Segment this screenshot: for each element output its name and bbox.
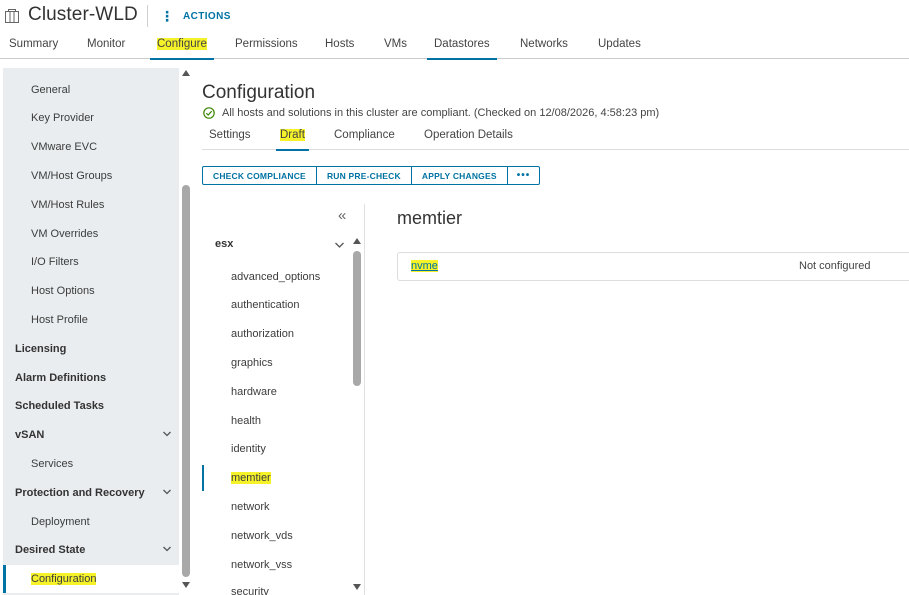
run-precheck-button[interactable]: RUN PRE-CHECK <box>317 167 412 184</box>
collapse-panel-icon[interactable]: « <box>338 207 346 224</box>
actions-label: ACTIONS <box>183 10 231 22</box>
sidebar-item-vsan[interactable]: vSAN <box>3 421 179 449</box>
tree-item-health[interactable]: health <box>202 408 350 434</box>
page-header: Cluster-WLD ⋮ ACTIONS <box>0 0 909 32</box>
apply-changes-button[interactable]: APPLY CHANGES <box>412 167 508 184</box>
sidebar: General Key Provider VMware EVC VM/Host … <box>3 68 179 595</box>
chevron-down-icon <box>163 431 171 437</box>
sidebar-item-key-provider[interactable]: Key Provider <box>3 104 179 132</box>
tree-item-authorization[interactable]: authorization <box>202 321 350 347</box>
check-compliance-button[interactable]: CHECK COMPLIANCE <box>203 167 317 184</box>
sidebar-item-vmware-evc[interactable]: VMware EVC <box>3 133 179 161</box>
sidebar-item-configuration[interactable]: Configuration <box>3 565 179 593</box>
detail-row-value: Not configured <box>799 260 871 272</box>
tree-item-authentication[interactable]: authentication <box>202 292 350 318</box>
compliance-status: All hosts and solutions in this cluster … <box>203 107 659 119</box>
more-actions-button[interactable]: ••• <box>508 167 540 184</box>
tree-root-label: esx <box>215 238 234 250</box>
sidebar-item-vm-overrides[interactable]: VM Overrides <box>3 220 179 248</box>
subtab-compliance[interactable]: Compliance <box>334 129 395 141</box>
sidebar-item-io-filters[interactable]: I/O Filters <box>3 248 179 276</box>
section-title: Configuration <box>202 82 316 103</box>
sidebar-item-host-profile[interactable]: Host Profile <box>3 306 179 334</box>
sidebar-item-scheduled-tasks[interactable]: Scheduled Tasks <box>3 392 179 420</box>
tree-item-memtier-label: memtier <box>231 472 271 484</box>
tree-item-hardware[interactable]: hardware <box>202 379 350 405</box>
tree-item-network-vss[interactable]: network_vss <box>202 552 350 578</box>
detail-row: nvme Not configured <box>397 252 909 281</box>
main-tabs: Summary Monitor Configure Permissions Ho… <box>0 33 909 60</box>
actions-menu-button[interactable]: ⋮ ACTIONS <box>160 7 231 25</box>
detail-title: memtier <box>397 208 463 228</box>
tree-item-security[interactable]: security <box>202 580 350 595</box>
subtab-operation-details[interactable]: Operation Details <box>424 129 513 141</box>
tab-datastores[interactable]: Datastores <box>427 38 497 60</box>
compliance-status-text: All hosts and solutions in this cluster … <box>222 107 660 119</box>
sidebar-item-general[interactable]: General <box>3 76 179 104</box>
sidebar-item-vm-host-groups[interactable]: VM/Host Groups <box>3 162 179 190</box>
tree-item-memtier[interactable]: memtier <box>202 465 350 491</box>
sidebar-item-services[interactable]: Services <box>3 450 179 478</box>
tree-item-identity[interactable]: identity <box>202 436 350 462</box>
tree-item-network[interactable]: network <box>202 494 350 520</box>
tab-vms[interactable]: VMs <box>384 38 407 50</box>
tab-summary[interactable]: Summary <box>9 38 58 50</box>
detail-row-link[interactable]: nvme <box>411 260 438 272</box>
sidebar-item-alarm-definitions[interactable]: Alarm Definitions <box>3 364 179 392</box>
scrollbar-thumb[interactable] <box>182 185 190 577</box>
tree-scrollbar[interactable] <box>352 236 362 595</box>
scroll-up-icon[interactable] <box>182 70 190 76</box>
kebab-icon: ⋮ <box>160 8 174 24</box>
scroll-up-icon[interactable] <box>353 238 361 244</box>
sidebar-item-host-options[interactable]: Host Options <box>3 277 179 305</box>
subtab-draft[interactable]: Draft <box>276 129 309 151</box>
tree-item-advanced-options[interactable]: advanced_options <box>202 264 350 290</box>
sidebar-item-protection-recovery[interactable]: Protection and Recovery <box>3 479 179 507</box>
sidebar-item-vsan-label: vSAN <box>15 429 45 441</box>
subtab-settings[interactable]: Settings <box>209 129 251 141</box>
tab-configure-label: Configure <box>157 38 207 50</box>
scrollbar-thumb[interactable] <box>353 251 361 386</box>
tab-hosts[interactable]: Hosts <box>325 38 354 50</box>
scroll-down-icon[interactable] <box>182 582 190 588</box>
cluster-icon <box>5 9 19 23</box>
action-button-group: CHECK COMPLIANCE RUN PRE-CHECK APPLY CHA… <box>202 166 541 185</box>
config-tree-panel: « esx advanced_options authentication au… <box>202 204 365 595</box>
check-circle-icon <box>203 107 215 119</box>
tab-networks[interactable]: Networks <box>520 38 568 50</box>
tree-item-graphics[interactable]: graphics <box>202 350 350 376</box>
tab-monitor[interactable]: Monitor <box>87 38 125 50</box>
config-subtabs: Settings Draft Compliance Operation Deta… <box>202 125 909 151</box>
tab-permissions[interactable]: Permissions <box>235 38 298 50</box>
page-title: Cluster-WLD <box>28 4 138 25</box>
sidebar-item-desired-state-label: Desired State <box>15 544 86 556</box>
tree-root-esx[interactable]: esx <box>215 238 348 250</box>
sidebar-item-licensing[interactable]: Licensing <box>3 335 179 363</box>
chevron-down-icon <box>163 546 171 552</box>
sidebar-item-configuration-label: Configuration <box>31 573 97 585</box>
chevron-down-icon <box>335 242 344 248</box>
sidebar-scrollbar[interactable] <box>181 68 191 595</box>
sidebar-item-desired-state[interactable]: Desired State <box>3 536 179 564</box>
chevron-down-icon <box>163 489 171 495</box>
sidebar-item-deployment[interactable]: Deployment <box>3 508 179 536</box>
sidebar-item-protection-label: Protection and Recovery <box>15 487 145 499</box>
scroll-down-icon[interactable] <box>353 584 361 590</box>
tree-item-network-vds[interactable]: network_vds <box>202 523 350 549</box>
tab-updates[interactable]: Updates <box>598 38 641 50</box>
header-divider <box>147 5 148 27</box>
sidebar-item-vm-host-rules[interactable]: VM/Host Rules <box>3 191 179 219</box>
tab-configure[interactable]: Configure <box>150 38 214 60</box>
subtab-draft-label: Draft <box>280 129 305 141</box>
